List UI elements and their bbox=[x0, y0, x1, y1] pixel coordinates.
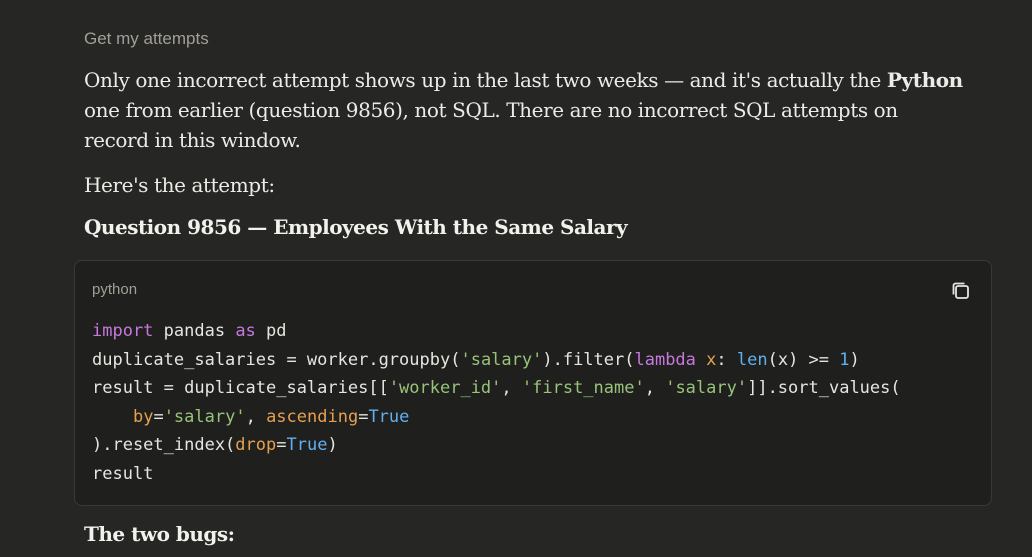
code-token: 1 bbox=[839, 349, 850, 370]
paragraph-text: one from earlier (question 9856), not SQ… bbox=[84, 98, 898, 152]
code-token: , bbox=[501, 378, 522, 399]
code-token: ) bbox=[327, 435, 338, 456]
bugs-heading: The two bugs: bbox=[84, 522, 235, 546]
code-token: ]].sort_values( bbox=[747, 378, 901, 399]
code-token: 'first_name' bbox=[521, 378, 645, 399]
code-token: = bbox=[358, 406, 369, 427]
code-token: duplicate_salaries = worker.groupby( bbox=[92, 349, 461, 370]
copy-button[interactable] bbox=[949, 279, 973, 303]
code-token: import bbox=[92, 321, 154, 341]
code-line: result bbox=[92, 464, 153, 484]
code-token: 'salary' bbox=[665, 378, 748, 399]
code-token: (x) >= bbox=[767, 349, 840, 370]
code-token: len bbox=[736, 349, 768, 370]
paragraph-text: Only one incorrect attempt shows up in t… bbox=[84, 68, 887, 92]
code-token: drop bbox=[235, 435, 277, 456]
copy-icon bbox=[952, 282, 969, 299]
bold-python: Python bbox=[886, 68, 963, 92]
code-token: ).filter( bbox=[542, 349, 635, 370]
code-token: x bbox=[695, 349, 717, 370]
code-language-label: python bbox=[92, 281, 138, 298]
code-token: True bbox=[286, 435, 328, 456]
code-token: pandas bbox=[153, 321, 236, 341]
code-token: , bbox=[644, 378, 666, 399]
code-token: ) bbox=[849, 349, 860, 370]
code-token: pd bbox=[255, 321, 287, 341]
code-token: 'salary' bbox=[163, 406, 246, 427]
code-token: : bbox=[716, 349, 737, 370]
code-token: ).reset_index( bbox=[92, 435, 236, 456]
code-token: lambda bbox=[634, 349, 696, 370]
code-token: as bbox=[235, 321, 256, 341]
question-heading: Question 9856 — Employees With the Same … bbox=[84, 215, 628, 239]
attempt-intro: Here's the attempt: bbox=[84, 173, 275, 197]
code-line: ).reset_index(drop=True) bbox=[92, 435, 338, 455]
code-token: , bbox=[245, 406, 267, 427]
response-paragraph: Only one incorrect attempt shows up in t… bbox=[84, 65, 964, 155]
code-line: import pandas as pd bbox=[92, 321, 287, 341]
code-token: 'worker_id' bbox=[388, 378, 502, 399]
tool-call-label[interactable]: Get my attempts bbox=[84, 29, 209, 49]
code-block: python import pandas as pd duplicate_sal… bbox=[74, 260, 992, 506]
code-line: result = duplicate_salaries[['worker_id'… bbox=[92, 378, 901, 398]
code-line: duplicate_salaries = worker.groupby('sal… bbox=[92, 350, 860, 370]
code-token: by bbox=[132, 406, 154, 427]
code-token: True bbox=[368, 406, 410, 427]
code-token: ascending bbox=[266, 406, 359, 427]
code-token: = bbox=[153, 406, 164, 427]
code-content: import pandas as pd duplicate_salaries =… bbox=[92, 317, 901, 489]
code-token: result = duplicate_salaries[[ bbox=[92, 378, 389, 399]
code-line: by='salary', ascending=True bbox=[92, 407, 409, 427]
code-token: result bbox=[92, 463, 154, 484]
code-token: 'salary' bbox=[460, 349, 543, 370]
code-token: = bbox=[276, 435, 287, 456]
